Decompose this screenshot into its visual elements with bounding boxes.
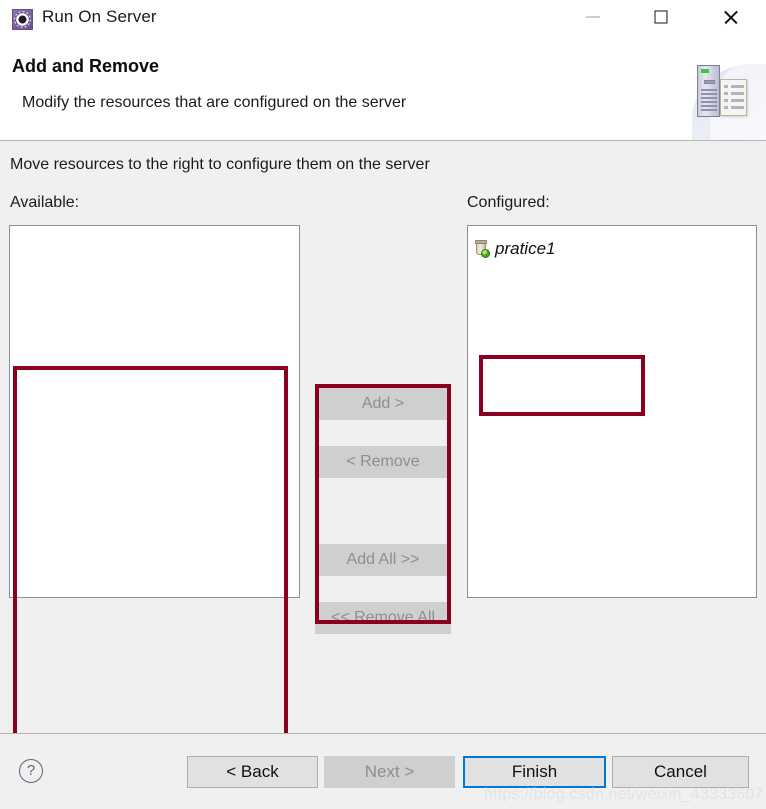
gear-glyph — [15, 12, 30, 27]
dialog-footer: ? < Back Next > Finish Cancel — [0, 733, 766, 809]
configured-label: Configured: — [467, 194, 550, 211]
server-vent — [701, 89, 717, 91]
add-all-button[interactable]: Add All >> — [315, 544, 451, 576]
server-vent — [701, 105, 717, 107]
available-label: Available: — [10, 194, 80, 211]
dynamic-web-project-icon — [474, 240, 490, 258]
page-subtitle: Modify the resources that are configured… — [22, 94, 407, 111]
maximize-icon — [654, 10, 668, 24]
list-item-label: pratice1 — [495, 239, 556, 258]
project-jar-lid — [475, 240, 487, 244]
server-led — [701, 69, 709, 73]
remove-all-button[interactable]: << Remove All — [315, 602, 451, 634]
doc-bullet — [724, 92, 728, 95]
finish-button[interactable]: Finish — [463, 756, 606, 788]
server-vent — [701, 97, 717, 99]
doc-bullet — [724, 106, 728, 109]
list-item[interactable]: pratice1 — [469, 238, 555, 260]
document-icon — [720, 79, 747, 116]
window-title: Run On Server — [42, 7, 157, 26]
instruction-text: Move resources to the right to configure… — [10, 156, 430, 173]
doc-line — [731, 92, 744, 95]
server-vent — [701, 93, 717, 95]
doc-bullet — [724, 85, 728, 88]
doc-line — [731, 99, 744, 102]
close-icon — [723, 9, 740, 26]
doc-bullet — [724, 99, 728, 102]
server-vent — [701, 109, 717, 111]
run-on-server-icon — [12, 9, 33, 30]
minimize-icon — [586, 16, 600, 18]
maximize-button[interactable] — [638, 0, 684, 34]
server-tower-icon — [697, 65, 720, 117]
doc-line — [731, 106, 744, 109]
wizard-header: Add and Remove Modify the resources that… — [0, 38, 766, 141]
doc-line — [731, 85, 744, 88]
dialog-body: Move resources to the right to configure… — [0, 141, 766, 761]
add-button[interactable]: Add > — [315, 388, 451, 420]
title-bar: Run On Server — [0, 0, 766, 38]
server-vent — [701, 101, 717, 103]
close-button[interactable] — [708, 0, 754, 34]
remove-button[interactable]: < Remove — [315, 446, 451, 478]
configured-list[interactable]: pratice1 — [467, 225, 757, 598]
web-globe-overlay-icon — [481, 249, 490, 258]
server-and-document-banner — [688, 38, 766, 140]
available-list[interactable] — [9, 225, 300, 598]
help-icon[interactable]: ? — [19, 759, 43, 783]
annotation-box-transfer-buttons — [315, 384, 451, 624]
cancel-button[interactable]: Cancel — [612, 756, 749, 788]
back-button[interactable]: < Back — [187, 756, 318, 788]
page-title: Add and Remove — [12, 56, 160, 76]
next-button[interactable]: Next > — [324, 756, 455, 788]
minimize-button[interactable] — [570, 0, 616, 34]
server-drive-slot — [704, 80, 715, 84]
